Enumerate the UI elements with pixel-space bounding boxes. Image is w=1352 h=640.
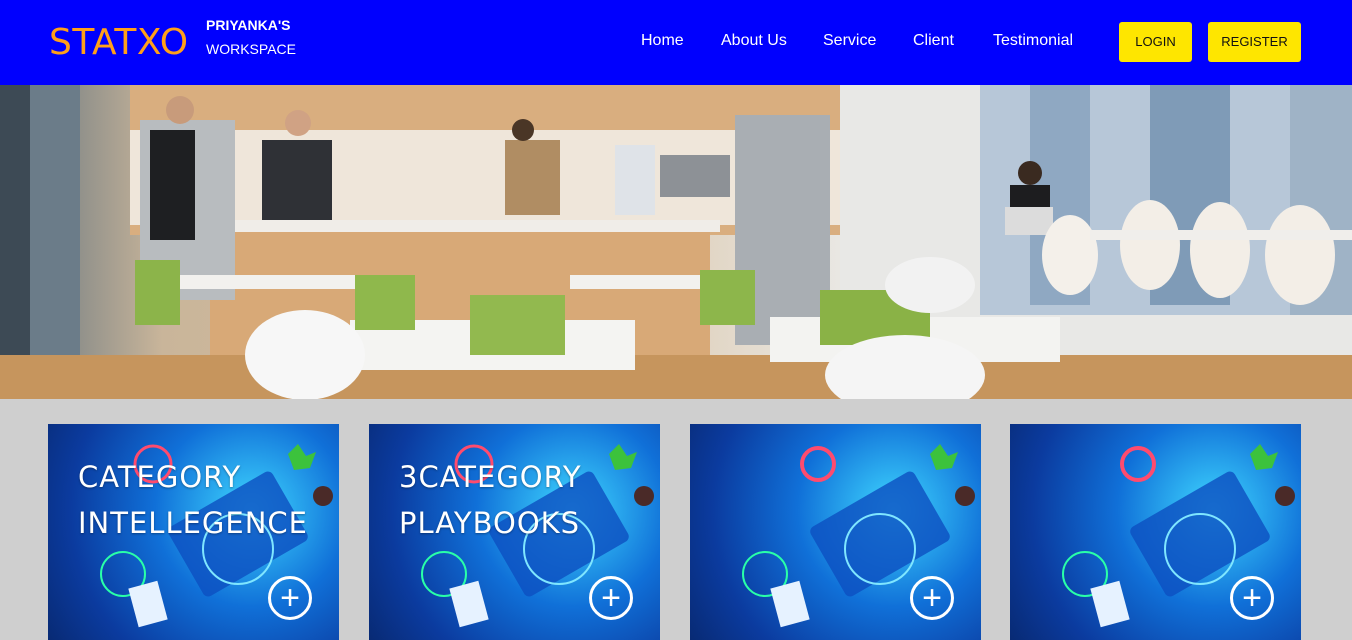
nav-testimonial[interactable]: Testimonial xyxy=(993,32,1073,50)
workspace-label: PRIYANKA'S WORKSPACE xyxy=(206,13,296,61)
card-title: 3CATEGORY PLAYBOOKS xyxy=(399,454,582,546)
register-button[interactable]: REGISTER xyxy=(1208,22,1301,62)
statxo-logo[interactable]: STATXO xyxy=(49,22,189,63)
plus-circle-icon[interactable]: + xyxy=(268,576,312,620)
card-title-line2: PLAYBOOKS xyxy=(399,506,581,540)
category-card-intelligence[interactable]: CATEGORY INTELLEGENCE + xyxy=(48,424,339,640)
category-card-4[interactable]: + xyxy=(1010,424,1301,640)
workspace-owner: PRIYANKA'S xyxy=(206,17,291,33)
nav-home[interactable]: Home xyxy=(641,32,684,50)
card-title-line1: 3CATEGORY xyxy=(399,460,582,494)
nav-client[interactable]: Client xyxy=(913,32,954,50)
plus-circle-icon[interactable]: + xyxy=(589,576,633,620)
plus-circle-icon[interactable]: + xyxy=(910,576,954,620)
office-kitchen-photo xyxy=(0,85,1352,399)
category-card-3[interactable]: + xyxy=(690,424,981,640)
card-title-line2: INTELLEGENCE xyxy=(78,506,308,540)
card-title-line1: CATEGORY xyxy=(78,460,242,494)
nav-about-us[interactable]: About Us xyxy=(721,32,787,50)
workspace-title: WORKSPACE xyxy=(206,41,296,57)
hero-office-image xyxy=(0,85,1352,399)
login-button[interactable]: LOGIN xyxy=(1119,22,1192,62)
plus-circle-icon[interactable]: + xyxy=(1230,576,1274,620)
nav-service[interactable]: Service xyxy=(823,32,876,50)
card-title: CATEGORY INTELLEGENCE xyxy=(78,454,308,546)
top-navigation-bar: STATXO PRIYANKA'S WORKSPACE Home About U… xyxy=(0,0,1352,85)
category-card-playbooks[interactable]: 3CATEGORY PLAYBOOKS + xyxy=(369,424,660,640)
